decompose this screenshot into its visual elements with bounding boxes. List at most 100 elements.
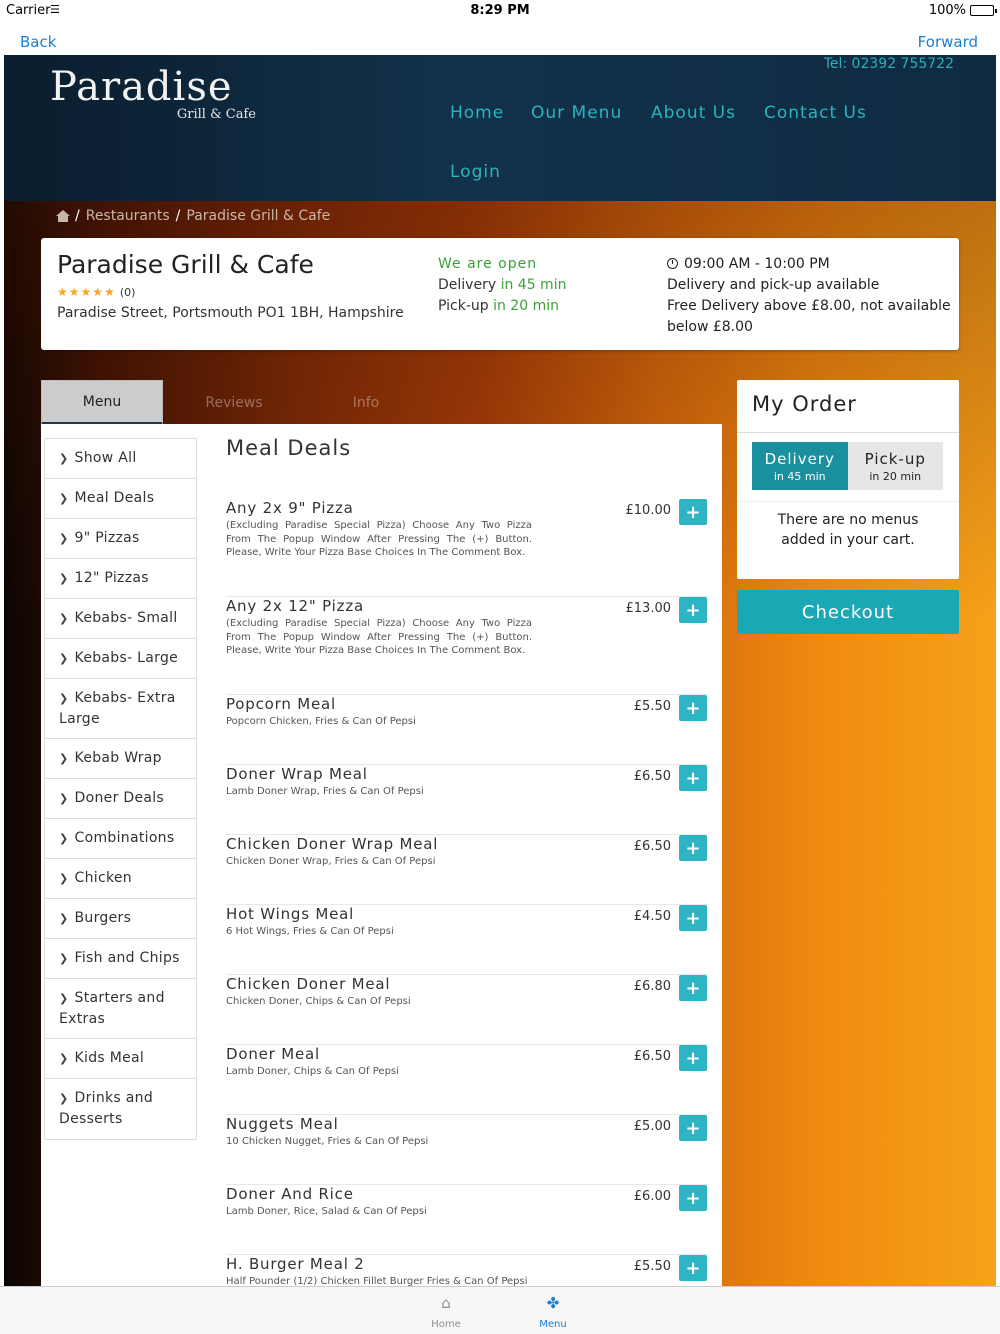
- restaurant-name: Paradise Grill & Cafe: [57, 250, 314, 279]
- star-icon: ★: [57, 285, 68, 299]
- star-rating: ★ ★ ★ ★ ★ (0): [57, 285, 135, 299]
- category-list: ❯ Show All ❯ Meal Deals ❯ 9" Pizzas ❯ 12" Pi…: [44, 438, 197, 1140]
- meal-name: Doner And Rice: [226, 1185, 354, 1203]
- tabbar-home[interactable]: ⌂ Home: [416, 1293, 476, 1330]
- restaurant-tabs: Menu Reviews Info: [41, 380, 437, 426]
- star-icon: ★: [68, 285, 80, 299]
- add-to-cart-button[interactable]: +: [679, 1045, 707, 1071]
- delivery-option[interactable]: Delivery in 45 min: [752, 442, 848, 490]
- logo-subtitle: Grill & Cafe: [176, 107, 256, 122]
- meal-item: H. Burger Meal 2 Half Pounder (1/2) Chic…: [226, 1255, 708, 1286]
- category-item[interactable]: ❯ Chicken: [45, 859, 196, 899]
- meal-name: Hot Wings Meal: [226, 905, 355, 923]
- meal-description: Chicken Doner, Chips & Can Of Pepsi: [226, 996, 411, 1007]
- hours-row: 09:00 AM - 10:00 PM: [667, 254, 952, 275]
- tabbar-menu[interactable]: ✤ Menu: [523, 1293, 583, 1330]
- meal-description: (Excluding Paradise Special Pizza) Choos…: [226, 618, 532, 656]
- category-item[interactable]: ❯ Combinations: [45, 819, 196, 859]
- home-icon[interactable]: [56, 210, 70, 222]
- meal-price: £6.50: [633, 1049, 671, 1064]
- checkout-button[interactable]: Checkout: [737, 590, 959, 634]
- meal-name: Chicken Doner Wrap Meal: [226, 835, 439, 853]
- battery-icon: [970, 5, 997, 16]
- clock-icon: [667, 258, 678, 269]
- tab-info[interactable]: Info: [305, 380, 427, 426]
- delivery-note: Delivery and pick-up available: [667, 277, 880, 293]
- category-item[interactable]: ❯ Kebabs- Extra Large: [45, 679, 196, 739]
- meal-description: Lamb Doner, Chips & Can Of Pepsi: [226, 1066, 399, 1077]
- chevron-right-icon: ❯: [59, 792, 69, 805]
- add-to-cart-button[interactable]: +: [679, 1185, 707, 1211]
- category-item[interactable]: ❯ Kebab Wrap: [45, 739, 196, 779]
- delivery-option-time: in 45 min: [773, 469, 826, 483]
- phone-number[interactable]: Tel: 02392 755722: [824, 56, 954, 72]
- meal-price: £6.50: [633, 839, 671, 854]
- tabbar-home-label: Home: [431, 1319, 461, 1330]
- add-to-cart-button[interactable]: +: [679, 765, 707, 791]
- meal-item: Hot Wings Meal 6 Hot Wings, Fries & Can …: [226, 905, 708, 975]
- category-item[interactable]: ❯ Burgers: [45, 899, 196, 939]
- add-to-cart-button[interactable]: +: [679, 1255, 707, 1281]
- add-to-cart-button[interactable]: +: [679, 905, 707, 931]
- meal-price: £5.00: [633, 1119, 671, 1134]
- chevron-right-icon: ❯: [59, 872, 69, 885]
- open-status: We are open Delivery in 45 min Pick-up i…: [438, 254, 566, 317]
- nav-login[interactable]: Login: [450, 162, 501, 182]
- site-header: Paradise Grill & Cafe Tel: 02392 755722 …: [4, 55, 996, 201]
- category-item[interactable]: ❯ Kebabs- Small: [45, 599, 196, 639]
- category-item[interactable]: ❯ Kids Meal: [45, 1039, 196, 1079]
- category-item[interactable]: ❯ Drinks and Desserts: [45, 1079, 196, 1139]
- breadcrumb-restaurants[interactable]: Restaurants: [86, 208, 170, 224]
- meal-price: £5.50: [633, 1259, 671, 1274]
- meal-description: Chicken Doner Wrap, Fries & Can Of Pepsi: [226, 856, 436, 867]
- category-item[interactable]: ❯ Doner Deals: [45, 779, 196, 819]
- category-item[interactable]: ❯ Meal Deals: [45, 479, 196, 519]
- meal-item: Any 2x 9" Pizza (Excluding Paradise Spec…: [226, 499, 708, 597]
- category-item[interactable]: ❯ 9" Pizzas: [45, 519, 196, 559]
- back-button[interactable]: Back: [20, 33, 56, 51]
- tab-menu[interactable]: Menu: [41, 380, 163, 426]
- meal-description: Lamb Doner, Rice, Salad & Can Of Pepsi: [226, 1206, 427, 1217]
- add-to-cart-button[interactable]: +: [679, 499, 707, 525]
- chevron-right-icon: ❯: [59, 612, 69, 625]
- add-to-cart-button[interactable]: +: [679, 695, 707, 721]
- meal-name: H. Burger Meal 2: [226, 1255, 365, 1273]
- category-item[interactable]: ❯ Kebabs- Large: [45, 639, 196, 679]
- category-item[interactable]: ❯ Show All: [45, 439, 196, 479]
- chevron-right-icon: ❯: [59, 572, 69, 585]
- web-content: Paradise Grill & Cafe Tel: 02392 755722 …: [4, 55, 996, 1286]
- pickup-option[interactable]: Pick-up in 20 min: [847, 442, 943, 490]
- nav-home[interactable]: Home: [450, 103, 504, 123]
- category-item[interactable]: ❯ Fish and Chips: [45, 939, 196, 979]
- meal-description: 6 Hot Wings, Fries & Can Of Pepsi: [226, 926, 394, 937]
- add-to-cart-button[interactable]: +: [679, 597, 707, 623]
- delivery-estimate: Delivery in 45 min: [438, 277, 567, 293]
- meal-description: 10 Chicken Nugget, Fries & Can Of Pepsi: [226, 1136, 429, 1147]
- free-delivery-note: Free Delivery above £8.00, not available…: [667, 298, 951, 335]
- chevron-right-icon: ❯: [59, 912, 69, 925]
- meal-item: Doner Wrap Meal Lamb Doner Wrap, Fries &…: [226, 765, 708, 835]
- meal-item: Doner Meal Lamb Doner, Chips & Can Of Pe…: [226, 1045, 708, 1115]
- breadcrumb-separator: /: [75, 208, 80, 224]
- nav-contact-us[interactable]: Contact Us: [764, 103, 867, 123]
- add-to-cart-button[interactable]: +: [679, 1115, 707, 1141]
- pickup-option-time: in 20 min: [869, 469, 922, 483]
- logo[interactable]: Paradise Grill & Cafe: [50, 65, 270, 129]
- meal-item: Doner And Rice Lamb Doner, Rice, Salad &…: [226, 1185, 708, 1255]
- meal-item: Chicken Doner Meal Chicken Doner, Chips …: [226, 975, 708, 1045]
- add-to-cart-button[interactable]: +: [679, 835, 707, 861]
- forward-button[interactable]: Forward: [918, 33, 978, 51]
- meal-description: Lamb Doner Wrap, Fries & Can Of Pepsi: [226, 786, 424, 797]
- tab-reviews[interactable]: Reviews: [173, 380, 295, 426]
- category-item[interactable]: ❯ 12" Pizzas: [45, 559, 196, 599]
- order-panel: My Order Delivery in 45 min Pick-up in 2…: [737, 380, 959, 579]
- meal-price: £5.50: [633, 699, 671, 714]
- fork-knife-icon: ✤: [546, 1294, 560, 1312]
- nav-about-us[interactable]: About Us: [651, 103, 736, 123]
- nav-our-menu[interactable]: Our Menu: [531, 103, 622, 123]
- meal-name: Any 2x 9" Pizza: [226, 499, 354, 517]
- battery-percent: 100%: [928, 3, 966, 18]
- meal-item: Nuggets Meal 10 Chicken Nugget, Fries & …: [226, 1115, 708, 1185]
- category-item[interactable]: ❯ Starters and Extras: [45, 979, 196, 1039]
- add-to-cart-button[interactable]: +: [679, 975, 707, 1001]
